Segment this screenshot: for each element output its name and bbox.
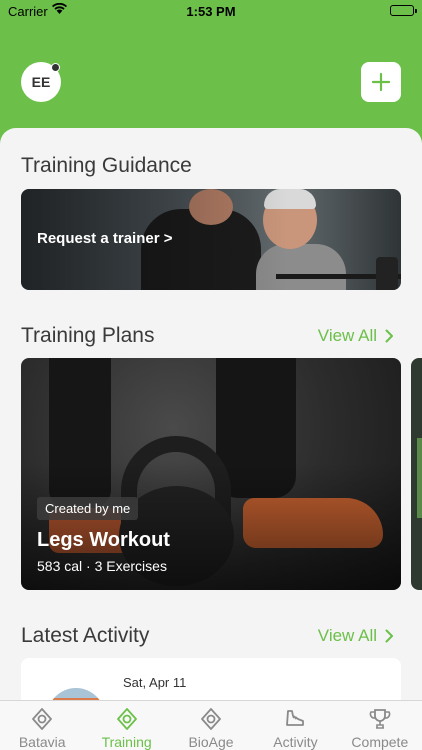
training-plans-carousel[interactable]: Created by me Legs Workout 583 cal · 3 E… (21, 358, 422, 590)
training-plans-view-all-link[interactable]: View All (318, 326, 394, 346)
card-accent (417, 438, 422, 518)
tab-bar: Batavia Training BioAge Activity Compete (0, 700, 422, 750)
running-shoe-icon (286, 710, 305, 726)
tab-training[interactable]: Training (84, 701, 168, 750)
tab-bioage[interactable]: BioAge (169, 701, 253, 750)
tab-label: Batavia (18, 734, 66, 750)
request-trainer-card[interactable]: Request a trainer > (21, 189, 401, 290)
location-pin-icon (201, 708, 221, 730)
activity-date: Sat, Apr 11 (123, 675, 187, 690)
tab-label: Training (101, 734, 152, 750)
training-plans-title: Training Plans (21, 324, 155, 347)
view-all-label: View All (317, 626, 377, 645)
training-plan-card[interactable]: Created by me Legs Workout 583 cal · 3 E… (21, 358, 401, 590)
latest-activity-view-all-link[interactable]: View All (318, 626, 394, 646)
plan-title: Legs Workout (37, 529, 170, 551)
tab-compete[interactable]: Compete (338, 701, 422, 750)
avatar-initials: EE (31, 74, 51, 90)
plus-icon (372, 73, 390, 91)
request-trainer-label: Request a trainer > (37, 230, 173, 247)
training-guidance-title: Training Guidance (21, 154, 192, 177)
card-overlay (21, 358, 401, 590)
tab-batavia[interactable]: Batavia (0, 701, 84, 750)
avatar[interactable]: EE (21, 62, 61, 102)
tab-label: Compete (351, 734, 409, 750)
notification-dot-icon (51, 63, 60, 72)
chevron-right-icon (385, 329, 393, 343)
location-pin-icon (116, 708, 137, 730)
created-by-me-badge: Created by me (37, 497, 139, 520)
trophy-icon (369, 709, 391, 729)
battery-icon (390, 5, 417, 16)
plan-meta: 583 cal · 3 Exercises (37, 558, 167, 574)
add-button[interactable] (361, 62, 401, 102)
status-bar: Carrier 1:53 PM (0, 0, 422, 22)
tab-label: Activity (273, 734, 318, 750)
latest-activity-title: Latest Activity (21, 624, 150, 647)
location-pin-icon (32, 708, 53, 730)
training-plan-card-next[interactable] (411, 358, 422, 590)
chevron-right-icon (385, 629, 393, 643)
tab-activity[interactable]: Activity (253, 701, 337, 750)
clock-time: 1:53 PM (186, 4, 236, 19)
view-all-label: View All (317, 326, 377, 345)
tab-label: BioAge (188, 734, 234, 750)
main-content[interactable]: Training Guidance Request a trainer > Tr… (0, 128, 422, 708)
